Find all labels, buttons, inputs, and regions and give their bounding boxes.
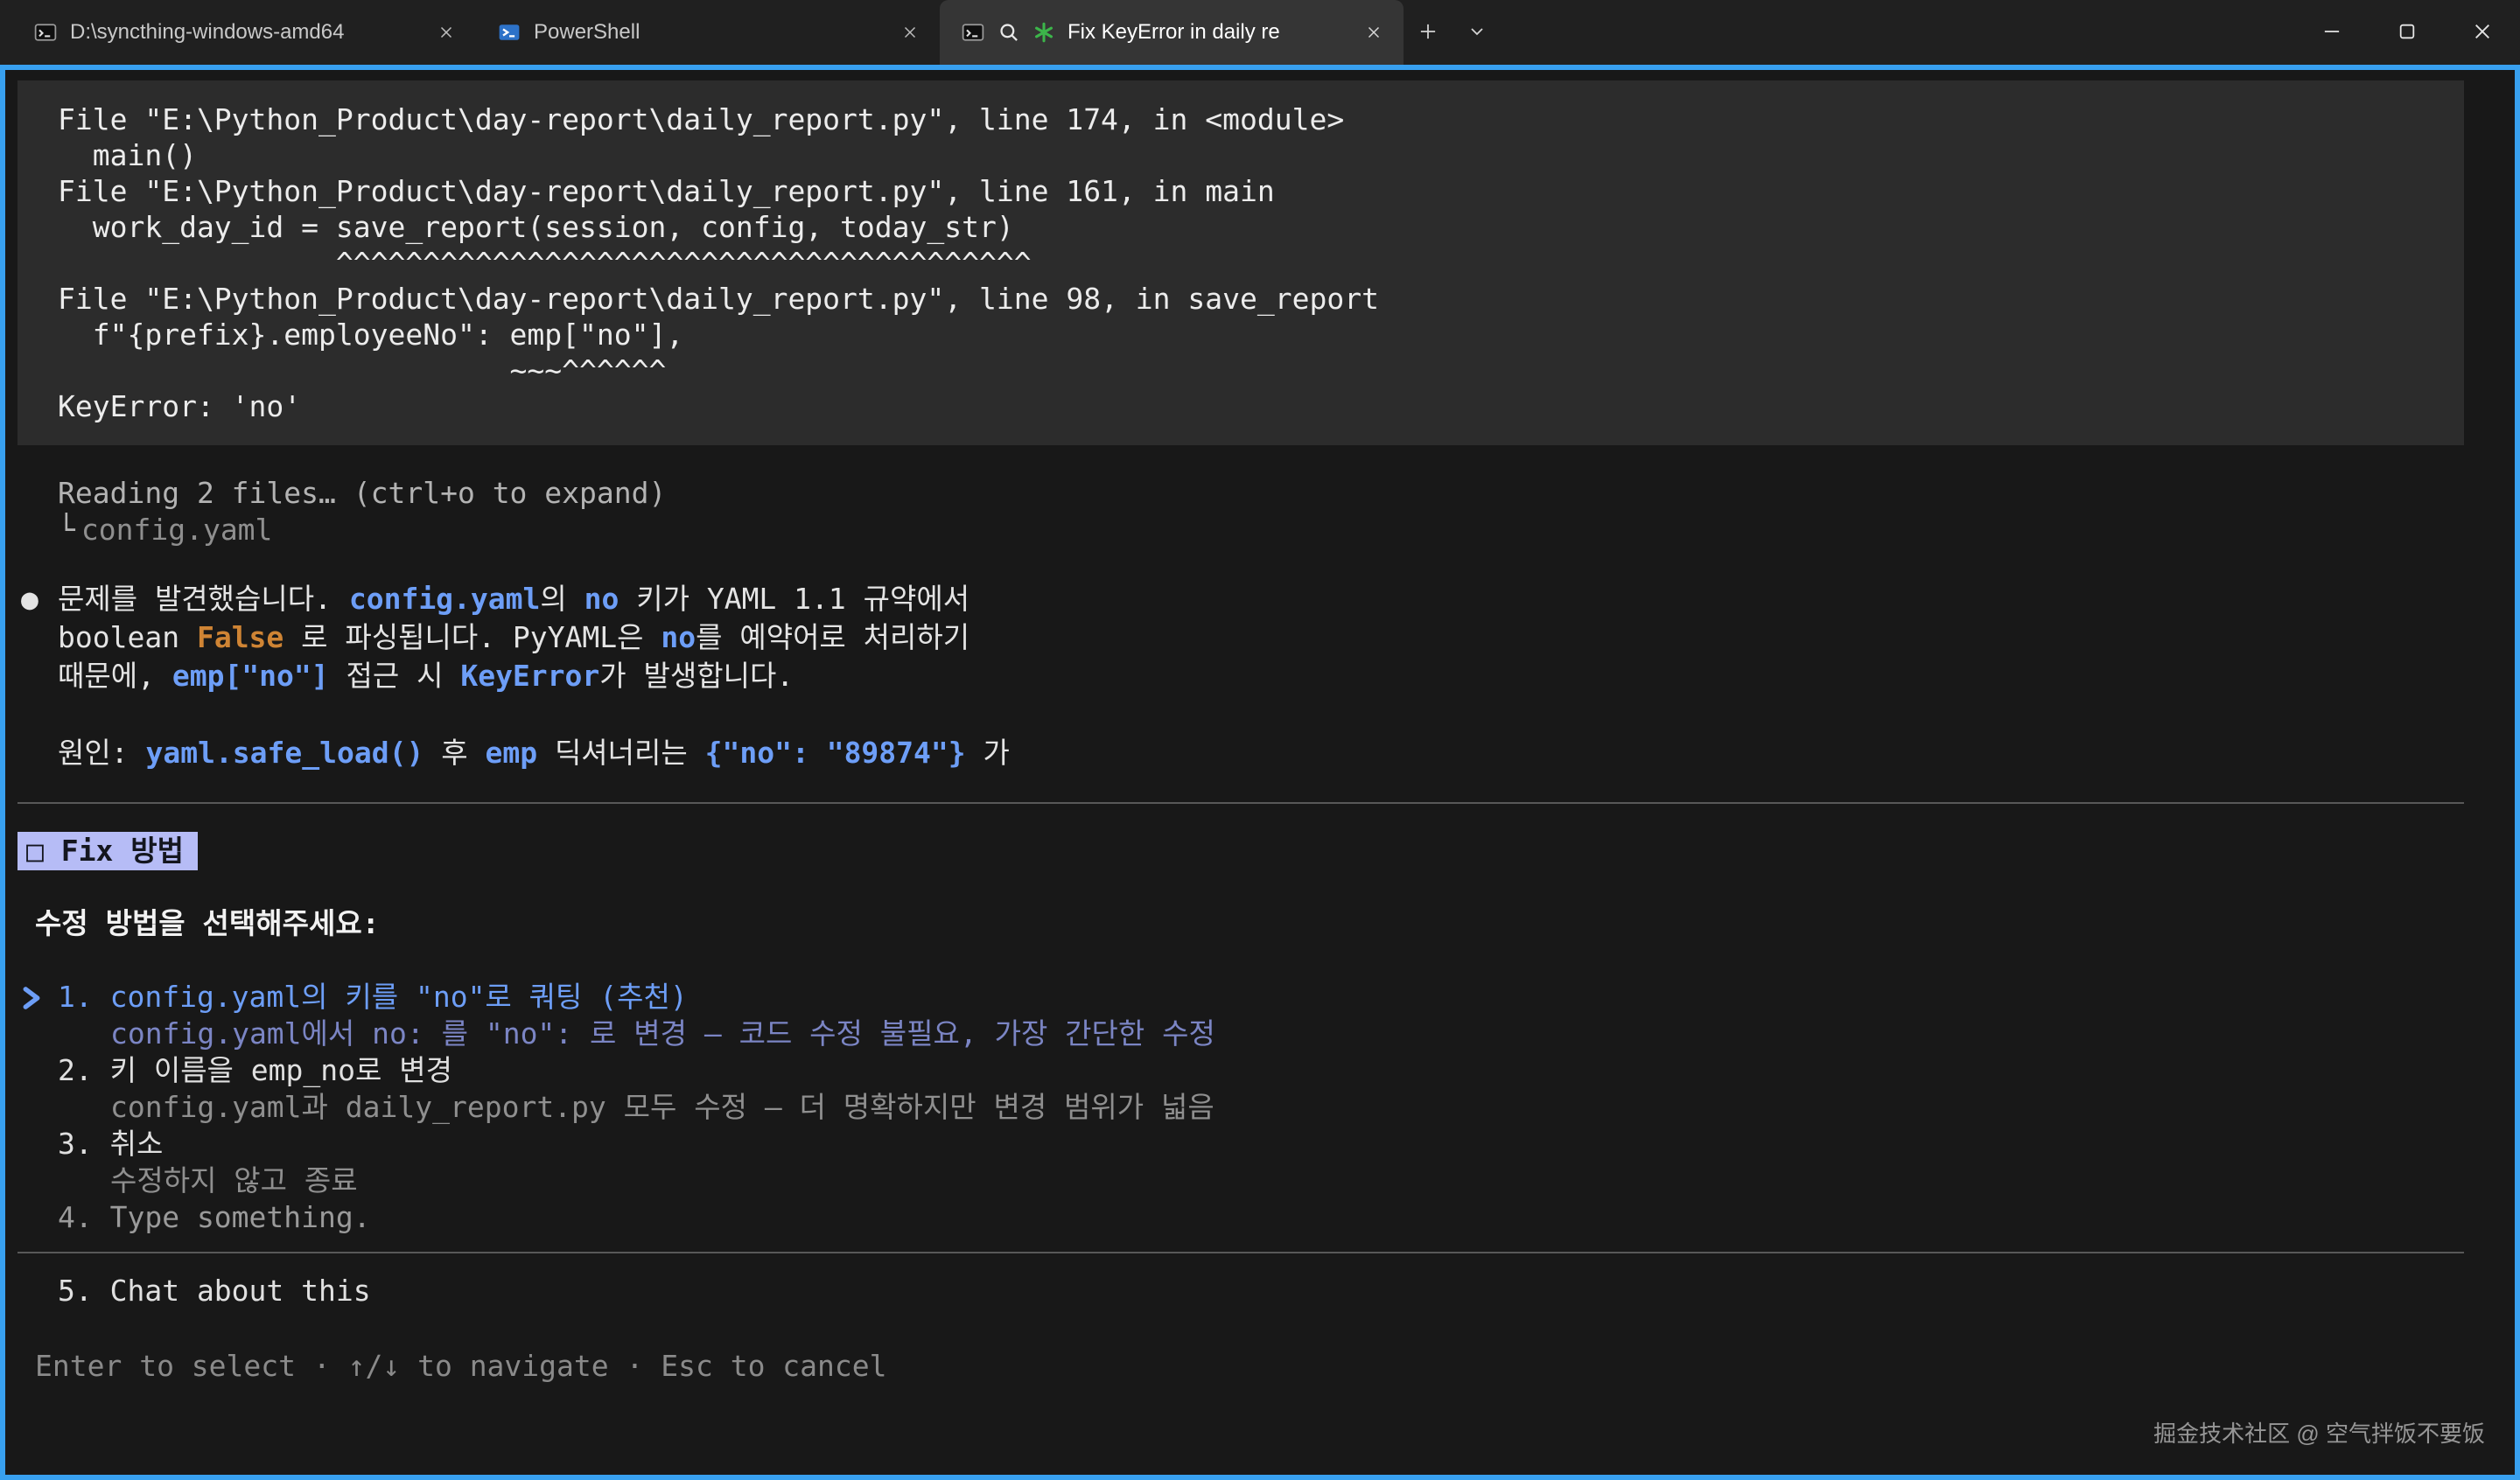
- tab-close-icon[interactable]: [1356, 15, 1391, 50]
- menu-option-5[interactable]: 5. Chat about this: [18, 1273, 2464, 1309]
- minimize-button[interactable]: [2294, 0, 2370, 65]
- menu-option-1-desc: config.yaml에서 no: 를 "no": 로 변경 — 코드 수정 불…: [18, 1016, 2464, 1052]
- analysis-line: boolean False 로 파싱됩니다. PyYAML은 no를 예약어로 …: [58, 618, 2464, 657]
- tab-syncthing[interactable]: D:\syncthing-windows-amd64: [12, 0, 476, 65]
- python-traceback-block: File "E:\Python_Product\day-report\daily…: [18, 80, 2464, 445]
- maximize-icon: [2396, 20, 2418, 45]
- menu-option-3-desc: 수정하지 않고 종료: [18, 1162, 2464, 1199]
- cmd-terminal-icon: [961, 20, 985, 45]
- menu-option-1[interactable]: 1. config.yaml의 키를 "no"로 쿼팅 (추천): [18, 979, 2464, 1016]
- select-prompt: 수정 방법을 선택해주세요:: [18, 905, 2464, 942]
- tab-title: Fix KeyError in daily re: [1068, 20, 1344, 45]
- cmd-terminal-icon: [33, 20, 58, 45]
- titlebar: D:\syncthing-windows-amd64 PowerShell: [0, 0, 2520, 65]
- menu-option-4[interactable]: 4. Type something.: [18, 1199, 2464, 1236]
- tab-claude-fix[interactable]: Fix KeyError in daily re: [940, 0, 1404, 65]
- tab-powershell[interactable]: PowerShell: [476, 0, 940, 65]
- tab-dropdown-button[interactable]: [1452, 0, 1502, 65]
- zoom-magnifier-icon: [998, 21, 1020, 44]
- selected-pointer-icon: [19, 982, 44, 1023]
- watermark-text: 掘金技术社区 @ 空气拌饭不要饭: [2153, 1415, 2485, 1452]
- menu-option-2[interactable]: 2. 키 이름을 emp_no로 변경: [18, 1052, 2464, 1089]
- new-tab-button[interactable]: [1404, 0, 1452, 65]
- terminal-screen[interactable]: File "E:\Python_Product\day-report\daily…: [5, 70, 2515, 1475]
- plus-icon: [1417, 20, 1439, 45]
- tab-title: PowerShell: [534, 20, 880, 45]
- fix-method-chip: □ Fix 방법: [18, 832, 198, 870]
- keyboard-hints: Enter to select · ↑/↓ to navigate · Esc …: [18, 1348, 2464, 1385]
- tab-close-icon[interactable]: [429, 15, 464, 50]
- green-asterisk-icon: [1032, 21, 1055, 44]
- minimize-icon: [2320, 20, 2343, 45]
- terminal-window: File "E:\Python_Product\day-report\daily…: [0, 65, 2520, 1480]
- analysis-line: 문제를 발견했습니다. config.yaml의 no 키가 YAML 1.1 …: [58, 580, 2464, 618]
- bullet-dot-icon: ●: [21, 580, 38, 618]
- section-divider: [18, 1252, 2464, 1253]
- reading-file-name: config.yaml: [75, 513, 273, 547]
- maximize-button[interactable]: [2370, 0, 2445, 65]
- tab-strip: D:\syncthing-windows-amd64 PowerShell: [0, 0, 1404, 65]
- menu-option-2-desc: config.yaml과 daily_report.py 모두 수정 — 더 명…: [18, 1089, 2464, 1126]
- tab-title: D:\syncthing-windows-amd64: [70, 20, 416, 45]
- reading-status: Reading 2 files… (ctrl+o to expand) └con…: [18, 475, 2464, 548]
- close-button[interactable]: [2445, 0, 2520, 65]
- option-list: 1. config.yaml의 키를 "no"로 쿼팅 (추천) config.…: [18, 979, 2464, 1236]
- analysis-message: ● 문제를 발견했습니다. config.yaml의 no 키가 YAML 1.…: [18, 580, 2464, 695]
- tree-branch-char: └: [58, 513, 75, 547]
- reading-files-line: Reading 2 files… (ctrl+o to expand): [58, 475, 2464, 512]
- chevron-down-icon: [1466, 21, 1488, 45]
- window-controls: [2294, 0, 2520, 65]
- close-icon: [2471, 20, 2494, 45]
- cause-line: 원인: yaml.safe_load() 후 emp 딕셔너리는 {"no": …: [18, 734, 2464, 772]
- tab-close-icon[interactable]: [892, 15, 928, 50]
- menu-option-3[interactable]: 3. 취소: [18, 1126, 2464, 1162]
- powershell-icon: [497, 20, 522, 45]
- analysis-line: 때문에, emp["no"] 접근 시 KeyError가 발생합니다.: [58, 657, 2464, 695]
